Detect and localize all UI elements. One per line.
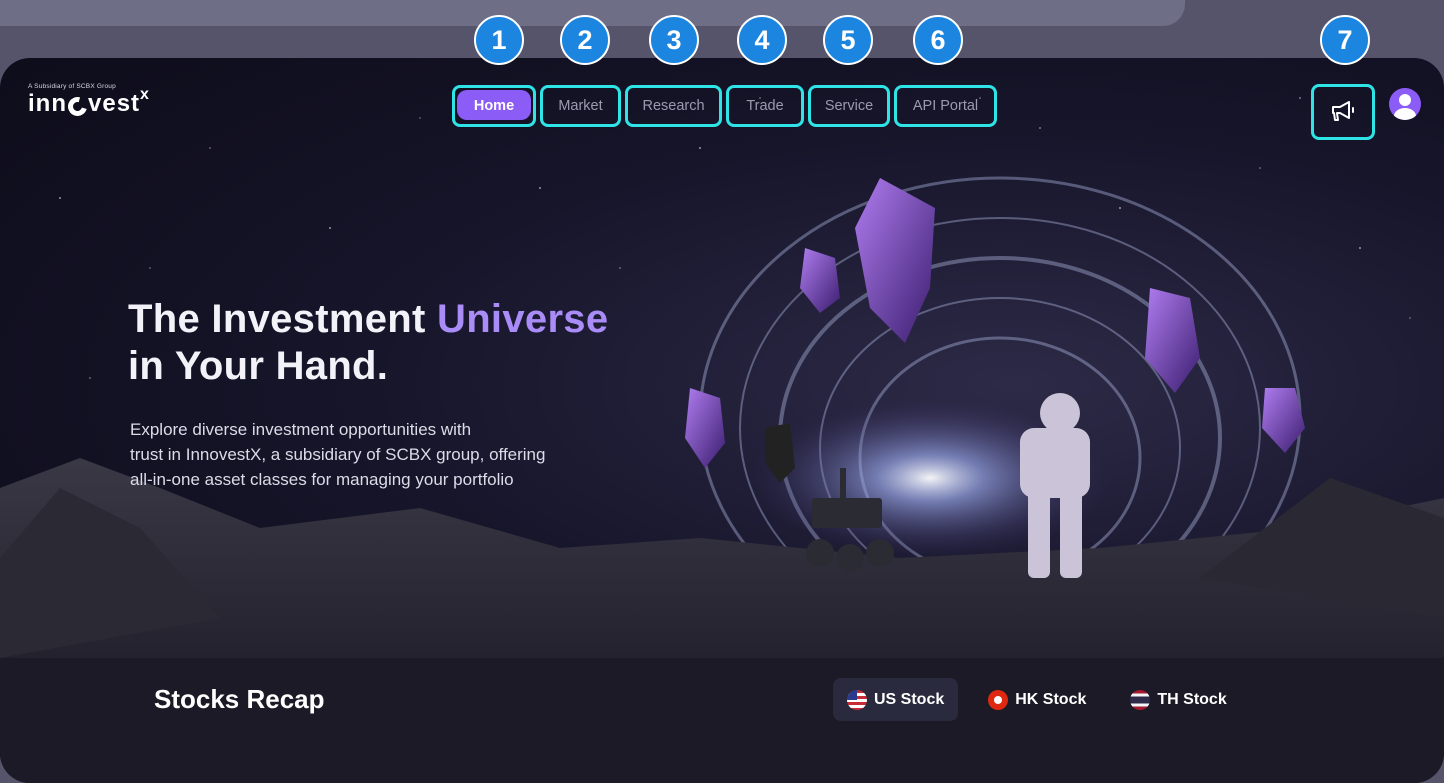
main-nav: Home Market Research Trade Service API P…: [452, 85, 1001, 127]
stocks-recap-title: Stocks Recap: [154, 684, 325, 714]
hero-description-line3: all-in-one asset classes for managing yo…: [130, 470, 514, 489]
tab-th-stock-label: TH Stock: [1157, 690, 1227, 708]
nav-label-service: Service: [824, 98, 874, 114]
hero-title: The Investment Universe in Your Hand.: [128, 296, 608, 390]
tab-hk-stock[interactable]: HK Stock: [974, 678, 1100, 721]
annotation-badge-7: 7: [1320, 15, 1370, 65]
nav-item-home[interactable]: Home: [452, 85, 536, 127]
us-flag-icon: [847, 689, 867, 710]
hero-title-line1: The Investment Universe: [128, 296, 608, 343]
annotation-badge-5: 5: [823, 15, 873, 65]
brand-logo[interactable]: A Subsidiary of SCBX Group inn vest x: [28, 83, 150, 119]
hero-title-accent: Universe: [437, 297, 609, 341]
hero-title-plain: The Investment: [128, 297, 438, 341]
nav-item-api-portal[interactable]: API Portal: [894, 85, 997, 127]
nav-item-market[interactable]: Market: [540, 85, 621, 127]
annotation-badge-3: 3: [649, 15, 699, 65]
nav-item-service[interactable]: Service: [808, 85, 890, 127]
nav-item-research[interactable]: Research: [625, 85, 722, 127]
hero-description-line2: trust in InnovestX, a subsidiary of SCBX…: [130, 445, 546, 464]
tab-us-stock-label: US Stock: [874, 690, 945, 708]
tab-th-stock[interactable]: TH Stock: [1116, 678, 1240, 721]
nav-label-home: Home: [473, 98, 515, 114]
nav-label-market: Market: [558, 98, 603, 114]
hero-description-line1: Explore diverse investment opportunities…: [130, 420, 472, 439]
announcement-button[interactable]: [1311, 84, 1375, 140]
brand-wordmark: inn vest x: [28, 86, 150, 119]
tab-us-stock[interactable]: US Stock: [833, 678, 959, 721]
nav-label-trade: Trade: [746, 98, 784, 114]
nav-label-api-portal: API Portal: [912, 98, 979, 114]
nav-item-trade[interactable]: Trade: [726, 85, 804, 127]
annotation-badge-2: 2: [560, 15, 610, 65]
user-silhouette-icon: [1394, 94, 1416, 120]
brand-name-sup: x: [140, 86, 150, 103]
annotation-badge-6: 6: [913, 15, 963, 65]
annotation-badge-4: 4: [737, 15, 787, 65]
brand-name-suffix: vest: [88, 90, 141, 117]
hero-title-line2: in Your Hand.: [128, 344, 389, 388]
annotation-badge-1: 1: [474, 15, 524, 65]
hk-flag-icon: [988, 689, 1009, 710]
app-window: A Subsidiary of SCBX Group inn vest x Ho…: [0, 58, 1444, 783]
stock-market-tabs: US Stock HK Stock TH Stock: [833, 678, 1257, 721]
brand-subtitle: A Subsidiary of SCBX Group: [28, 83, 116, 90]
nav-label-research: Research: [642, 98, 705, 114]
th-flag-icon: [1130, 689, 1151, 710]
megaphone-icon: [1332, 101, 1354, 121]
user-avatar-icon[interactable]: [1389, 88, 1421, 120]
brand-name-prefix: inn: [28, 90, 67, 117]
tab-hk-stock-label: HK Stock: [1015, 690, 1087, 708]
brand-o-icon: [64, 93, 91, 119]
hero-description: Explore diverse investment opportunities…: [130, 417, 660, 492]
